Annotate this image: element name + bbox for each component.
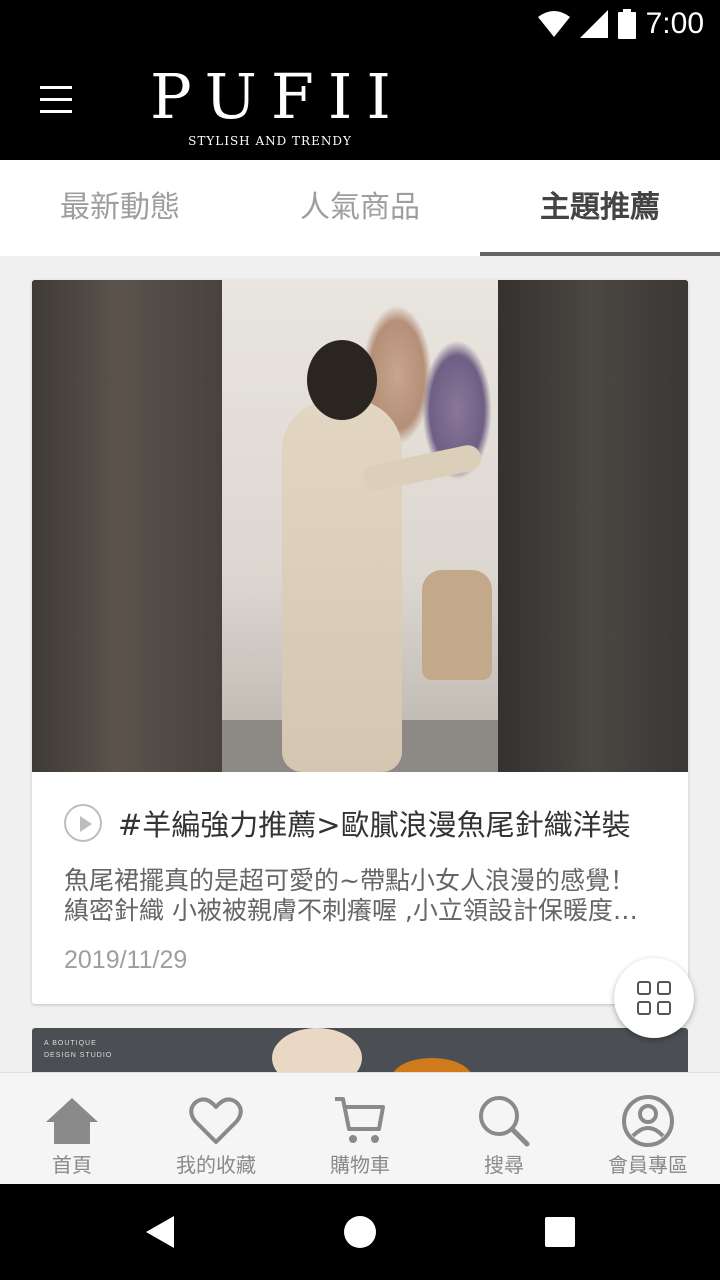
nav-favorites[interactable]: 我的收藏 — [144, 1073, 288, 1184]
hamburger-icon-line — [40, 110, 72, 113]
account-icon — [622, 1095, 674, 1147]
grid-icon — [637, 981, 671, 1015]
image-vase — [422, 570, 492, 680]
next-card-image-dish — [392, 1058, 472, 1072]
nav-favorites-label: 我的收藏 — [176, 1153, 256, 1177]
card-date: 2019/11/29 — [64, 946, 188, 974]
tab-bar: 最新動態 人氣商品 主題推薦 — [0, 160, 720, 256]
status-time: 7:00 — [645, 7, 704, 40]
recent-apps-icon[interactable] — [545, 1217, 575, 1247]
hamburger-icon — [40, 86, 72, 89]
image-model-dress — [282, 400, 402, 772]
hamburger-icon-line — [40, 98, 72, 101]
tab-popular[interactable]: 人氣商品 — [240, 160, 480, 256]
image-model-head — [307, 340, 377, 420]
tab-latest[interactable]: 最新動態 — [0, 160, 240, 256]
app-header: PUFII STYLISH AND TRENDY — [0, 48, 720, 160]
nav-home-label: 首頁 — [52, 1153, 92, 1177]
logo-text: PUFII — [150, 60, 405, 133]
card-title: #羊編強力推薦>歐膩浪漫魚尾針織洋裝 — [118, 808, 631, 842]
menu-button[interactable] — [30, 86, 82, 122]
search-icon — [479, 1096, 530, 1147]
home-circle-icon[interactable] — [344, 1216, 376, 1248]
brand-logo: PUFII STYLISH AND TRENDY — [150, 60, 405, 152]
image-panel-right — [498, 280, 688, 772]
next-card-caption-line-1: A BOUTIQUE — [44, 1040, 97, 1047]
nav-member-label: 會員專區 — [608, 1153, 688, 1177]
card-description-line-2: 縝密針織 小被被親膚不刺癢喔 ,小立領設計保暖度一級棒 — [64, 896, 656, 925]
next-card-caption-line-2: DESIGN STUDIO — [44, 1052, 113, 1059]
bottom-navigation: 首頁 我的收藏 購物車 搜尋 會員專區 — [0, 1072, 720, 1184]
back-icon[interactable] — [146, 1216, 174, 1248]
play-icon — [64, 804, 102, 842]
next-card-image-bun — [272, 1028, 362, 1072]
grid-view-button[interactable] — [614, 958, 694, 1038]
nav-home[interactable]: 首頁 — [0, 1073, 144, 1184]
home-icon — [46, 1098, 98, 1144]
heart-icon — [189, 1097, 243, 1144]
feed-list[interactable]: #羊編強力推薦>歐膩浪漫魚尾針織洋裝 魚尾裙擺真的是超可愛的~帶點小女人浪漫的感… — [0, 256, 720, 1072]
logo-tagline: STYLISH AND TRENDY — [188, 134, 352, 148]
nav-search-label: 搜尋 — [484, 1153, 524, 1177]
card-description: 魚尾裙擺真的是超可愛的~帶點小女人浪漫的感覺！ 縝密針織 小被被親膚不刺癢喔 ,… — [64, 866, 656, 926]
image-panel-center — [222, 280, 498, 772]
card-description-line-1: 魚尾裙擺真的是超可愛的~帶點小女人浪漫的感覺！ — [64, 866, 635, 895]
nav-cart-label: 購物車 — [330, 1153, 390, 1177]
tab-featured[interactable]: 主題推薦 — [480, 160, 720, 256]
card-body: #羊編強力推薦>歐膩浪漫魚尾針織洋裝 魚尾裙擺真的是超可愛的~帶點小女人浪漫的感… — [32, 772, 688, 975]
status-icons: 7:00 — [537, 6, 704, 42]
card-title-row: #羊編強力推薦>歐膩浪漫魚尾針織洋裝 — [64, 800, 656, 846]
next-card-caption: A BOUTIQUE DESIGN STUDIO — [44, 1038, 112, 1062]
feature-card-next[interactable]: A BOUTIQUE DESIGN STUDIO — [32, 1028, 688, 1072]
image-panel-left — [32, 280, 222, 772]
nav-search[interactable]: 搜尋 — [432, 1073, 576, 1184]
nav-member[interactable]: 會員專區 — [576, 1073, 720, 1184]
feature-card[interactable]: #羊編強力推薦>歐膩浪漫魚尾針織洋裝 魚尾裙擺真的是超可愛的~帶點小女人浪漫的感… — [32, 280, 688, 1004]
nav-cart[interactable]: 購物車 — [288, 1073, 432, 1184]
wifi-icon — [537, 11, 570, 37]
cellular-signal-icon — [579, 10, 608, 38]
cart-icon — [335, 1097, 385, 1143]
card-image — [32, 280, 688, 772]
battery-icon — [617, 9, 636, 39]
system-nav-bar — [0, 1184, 720, 1280]
status-bar: 7:00 — [0, 0, 720, 48]
